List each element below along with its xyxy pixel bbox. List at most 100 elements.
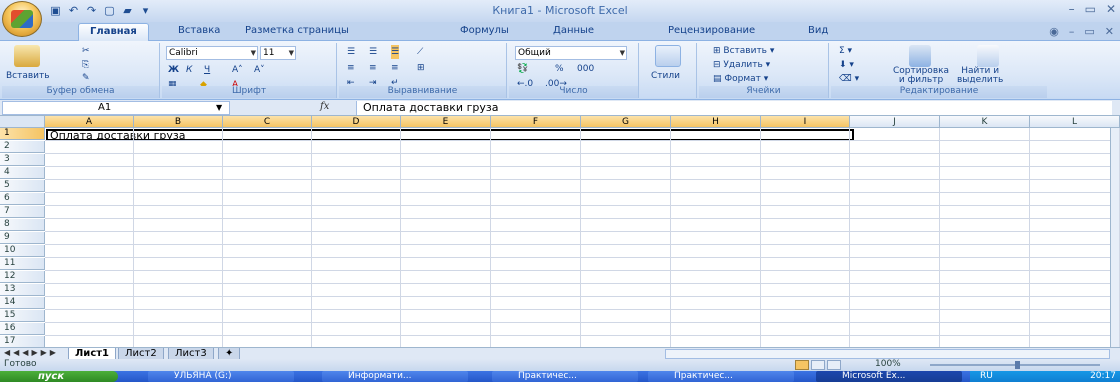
find-select-icon[interactable] [977,45,999,67]
copy-icon[interactable]: ⎘ [82,58,89,72]
tab-page-layout[interactable]: Разметка страницы [245,25,349,36]
underline-button[interactable]: Ч [204,63,210,77]
insert-function-icon[interactable]: fx [320,101,329,112]
row-header[interactable]: 16 [0,323,45,335]
taskbar-item[interactable]: Информати... [322,371,468,382]
tab-data[interactable]: Данные [553,25,594,36]
align-left-icon[interactable]: ≡ [347,61,355,75]
insert-cells-button[interactable]: ⊞ Вставить ▾ [713,44,774,58]
orientation-icon[interactable]: ⟋ [417,45,423,59]
tab-insert[interactable]: Вставка [178,25,220,36]
row-header[interactable]: 11 [0,258,45,270]
row-header[interactable]: 3 [0,154,45,166]
language-indicator[interactable]: RU [980,371,993,382]
percent-button[interactable]: % [555,62,564,76]
minimize-icon[interactable]: – [1069,2,1075,16]
tab-formulas[interactable]: Формулы [460,25,509,36]
start-button[interactable]: пуск [0,371,118,382]
column-header[interactable]: K [940,116,1030,128]
row-header[interactable]: 13 [0,284,45,296]
column-header[interactable]: A [45,116,134,128]
currency-icon[interactable]: 💱 [517,62,528,76]
styles-icon[interactable] [655,45,681,67]
sheet-nav-icon[interactable]: ◀◀◀▶▶▶ [4,348,59,357]
cut-icon[interactable]: ✂ [82,44,90,58]
find-select-button[interactable]: Найти и выделить [957,67,1003,85]
fill-icon[interactable]: ⬇ ▾ [839,58,854,72]
column-header[interactable]: I [761,116,850,128]
horizontal-scrollbar[interactable] [665,349,1110,359]
zoom-slider-thumb[interactable] [1015,361,1020,369]
column-header[interactable]: C [223,116,312,128]
page-break-view-icon[interactable] [827,360,841,370]
taskbar-item[interactable]: УЛЬЯНА (G:) [148,371,294,382]
paste-button[interactable]: Вставить [6,69,50,83]
column-header[interactable]: G [581,116,671,128]
align-center-icon[interactable]: ≡ [369,61,377,75]
sort-filter-icon[interactable] [909,45,931,67]
font-name-combo[interactable]: Calibri ▼ [166,46,258,60]
row-header[interactable]: 9 [0,232,45,244]
delete-cells-button[interactable]: ⊟ Удалить ▾ [713,58,770,72]
help-icon[interactable]: ◉ [1049,25,1059,38]
row-header[interactable]: 4 [0,167,45,179]
row-header[interactable]: 6 [0,193,45,205]
autosum-icon[interactable]: Σ ▾ [839,44,852,58]
tab-home[interactable]: Главная [78,23,149,41]
zoom-slider[interactable] [930,361,1100,369]
formula-input[interactable]: Оплата доставки груза [356,101,1112,115]
close-icon[interactable]: ✕ [1106,2,1116,16]
row-header[interactable]: 2 [0,141,45,153]
doc-restore-icon[interactable]: ▭ [1084,25,1094,38]
align-top-icon[interactable]: ☰ [347,45,355,59]
row-header[interactable]: 10 [0,245,45,257]
column-header[interactable]: D [312,116,401,128]
page-layout-view-icon[interactable] [811,360,825,370]
column-header[interactable]: H [671,116,761,128]
shrink-font-button[interactable]: A˅ [254,63,265,77]
normal-view-icon[interactable] [795,360,809,370]
office-button[interactable] [2,1,42,37]
row-header[interactable]: 5 [0,180,45,192]
row-header[interactable]: 15 [0,310,45,322]
doc-minimize-icon[interactable]: – [1069,25,1075,38]
name-box[interactable]: A1 ▼ [2,101,230,115]
clear-icon[interactable]: ⌫ ▾ [839,72,859,86]
worksheet-grid[interactable]: Оплата доставки груза ABCDEFGHIJKL123456… [0,116,1120,359]
grid-row-line [45,335,1110,336]
row-header[interactable]: 8 [0,219,45,231]
align-right-icon[interactable]: ≡ [391,61,399,75]
taskbar-item-active[interactable]: Microsoft Ex... [816,371,962,382]
restore-icon[interactable]: ▭ [1085,2,1096,16]
column-header[interactable]: F [491,116,581,128]
paste-icon[interactable] [14,45,40,67]
select-all-corner[interactable] [0,116,45,128]
align-bottom-icon[interactable]: ☰ [391,45,400,59]
column-header[interactable]: B [134,116,223,128]
tab-view[interactable]: Вид [808,25,828,36]
grow-font-button[interactable]: A˄ [232,63,243,77]
format-cells-button[interactable]: ▤ Формат ▾ [713,72,768,86]
column-header[interactable]: E [401,116,491,128]
align-middle-icon[interactable]: ☰ [369,45,377,59]
taskbar-item[interactable]: Практичес... [648,371,794,382]
merge-cells-icon[interactable]: ⊞ [417,61,425,75]
row-header[interactable]: 14 [0,297,45,309]
sort-filter-button[interactable]: Сортировка и фильтр [893,67,949,85]
italic-button[interactable]: К [186,63,192,77]
row-header[interactable]: 7 [0,206,45,218]
doc-close-icon[interactable]: ✕ [1105,25,1114,38]
taskbar-item[interactable]: Практичес... [492,371,638,382]
row-header[interactable]: 12 [0,271,45,283]
column-header[interactable]: L [1030,116,1120,128]
format-painter-icon[interactable]: ✎ [82,71,90,85]
font-size-combo[interactable]: 11 ▼ [260,46,296,60]
tab-review[interactable]: Рецензирование [668,25,755,36]
styles-button[interactable]: Стили [651,69,680,83]
grid-row-line [45,257,1110,258]
row-header[interactable]: 1 [0,128,45,140]
number-format-combo[interactable]: Общий ▼ [515,46,627,60]
bold-button[interactable]: Ж [168,63,179,77]
column-header[interactable]: J [850,116,940,128]
thousands-button[interactable]: 000 [577,62,594,76]
